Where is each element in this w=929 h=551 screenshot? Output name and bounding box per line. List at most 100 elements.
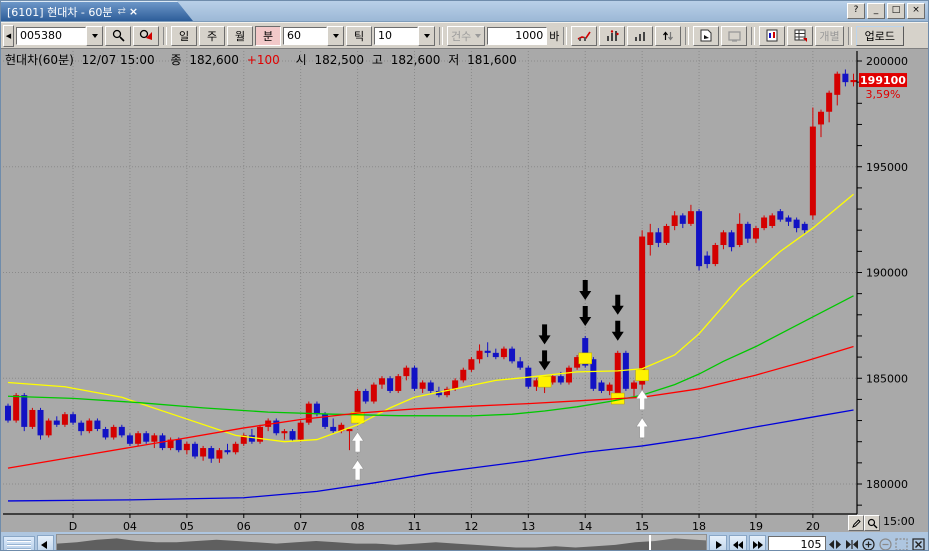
grid-view-button[interactable]: [787, 26, 813, 46]
chart-plot[interactable]: 180000185000190000195000200000D040506070…: [1, 49, 929, 532]
maximize-button[interactable]: □: [887, 3, 905, 19]
zoom-tool-button[interactable]: [864, 515, 880, 531]
signal-box-marker: [636, 370, 649, 381]
candle: [420, 380, 426, 393]
candle: [225, 444, 231, 455]
candle: [566, 366, 572, 385]
tick-interval-value[interactable]: 10: [374, 27, 418, 45]
price-tick-label: 185000: [866, 372, 908, 385]
zoom-in-icon: [862, 538, 875, 551]
candle: [46, 418, 52, 437]
scrollbar-grip-handle[interactable]: [3, 536, 35, 551]
period-day-button[interactable]: 일: [171, 26, 197, 46]
chart-area[interactable]: 현대차(60분) 12/07 15:00 종 182,600 +100 시 18…: [1, 49, 929, 532]
upload-button[interactable]: 업로드: [856, 26, 904, 46]
minimize-button[interactable]: _: [867, 3, 885, 19]
line-chart-tool-button[interactable]: [571, 26, 597, 46]
close-button[interactable]: ×: [907, 3, 925, 19]
page-left-button[interactable]: [729, 535, 747, 551]
chevron-down-icon: [475, 34, 481, 41]
candle: [477, 344, 483, 363]
shrink-spacing-button[interactable]: [844, 536, 859, 551]
bottom-bar: 105: [1, 532, 928, 551]
period-week-button[interactable]: 주: [199, 26, 225, 46]
visible-bars-input[interactable]: 105: [768, 536, 825, 551]
title-bar[interactable]: [6101] 현대차 - 60분 ⇄ × ? _ □ ×: [1, 1, 928, 22]
fit-screen-button[interactable]: [895, 536, 910, 551]
zoom-out-button[interactable]: [878, 536, 893, 551]
expand-spacing-button[interactable]: [828, 536, 843, 551]
candle: [192, 442, 198, 459]
close-chart-button[interactable]: [911, 536, 926, 551]
tick-dropdown-button[interactable]: [418, 26, 435, 46]
page-right-button[interactable]: [749, 535, 767, 551]
high-value: 182,600: [391, 53, 441, 67]
sort-updown-button[interactable]: [655, 26, 681, 46]
candle: [493, 349, 499, 360]
right-triangle-icon: [714, 541, 722, 549]
new-page-button[interactable]: [693, 26, 719, 46]
link-arrows-icon[interactable]: ⇄: [118, 6, 124, 17]
sell-arrow-icon: [612, 295, 624, 315]
scroll-left-button[interactable]: [37, 535, 55, 551]
help-button[interactable]: ?: [847, 3, 865, 19]
symbol-input[interactable]: 005380: [16, 27, 86, 45]
window-tab[interactable]: [6101] 현대차 - 60분 ⇄ ×: [1, 1, 193, 21]
candle-page-button[interactable]: [759, 26, 785, 46]
tick-button[interactable]: 틱: [346, 26, 372, 46]
out-arrows-icon: [829, 540, 841, 549]
symbol-combo[interactable]: 005380: [16, 26, 103, 46]
candle: [135, 431, 141, 446]
minute-interval-value[interactable]: 60: [283, 27, 327, 45]
period-month-button[interactable]: 월: [227, 26, 253, 46]
tab-close-icon[interactable]: ×: [129, 5, 138, 18]
sell-arrow-icon: [579, 306, 591, 326]
candle: [371, 382, 377, 403]
candle: [103, 427, 109, 440]
minimap-selection[interactable]: [650, 535, 707, 551]
time-tick-label: 20: [806, 520, 820, 532]
draw-tool-button[interactable]: [848, 515, 864, 531]
candle: [151, 433, 157, 448]
symbol-dropdown-button[interactable]: [86, 26, 103, 46]
history-minimap: [57, 535, 707, 551]
minute-dropdown-button[interactable]: [327, 26, 344, 46]
candle: [86, 418, 92, 433]
candle: [38, 408, 44, 440]
bar-count-input[interactable]: 1000: [487, 27, 547, 45]
candle: [785, 215, 791, 226]
candle: [111, 425, 117, 440]
tv-icon: [728, 30, 741, 42]
candle: [688, 205, 694, 226]
candle: [241, 433, 247, 446]
candle: [810, 108, 816, 220]
minute-interval-combo[interactable]: 60: [283, 26, 344, 46]
open-value: 182,500: [314, 53, 364, 67]
quote-info-bar: 현대차(60분) 12/07 15:00 종 182,600 +100 시 18…: [5, 51, 521, 68]
tick-interval-combo[interactable]: 10: [374, 26, 435, 46]
volume-signal-button[interactable]: [599, 26, 625, 46]
left-triangle-icon: [41, 541, 49, 549]
boxed-x-icon: [912, 538, 925, 551]
search-jump-button[interactable]: [133, 26, 159, 46]
close-value: 182,600: [189, 53, 239, 67]
zoom-in-button[interactable]: [861, 536, 876, 551]
time-tick-label: 14: [578, 520, 592, 532]
period-minute-button[interactable]: 분: [255, 26, 281, 46]
chevron-down-icon: [92, 34, 98, 41]
candle: [387, 376, 393, 393]
candle: [249, 429, 255, 444]
time-tick-label: 06: [237, 520, 251, 532]
volume-bars-button[interactable]: [627, 26, 653, 46]
separator: [848, 27, 852, 45]
buy-arrow-icon: [352, 432, 364, 452]
candle: [13, 393, 19, 423]
scroll-right-button[interactable]: [709, 535, 727, 551]
count-mode-button: 건수: [447, 26, 485, 46]
candle-page-icon: [766, 29, 778, 42]
history-minimap-track[interactable]: [56, 534, 707, 551]
candle: [298, 421, 304, 442]
magnifier-icon: [867, 518, 878, 529]
collapse-left-icon[interactable]: ◀: [3, 25, 14, 47]
search-button[interactable]: [105, 26, 131, 46]
